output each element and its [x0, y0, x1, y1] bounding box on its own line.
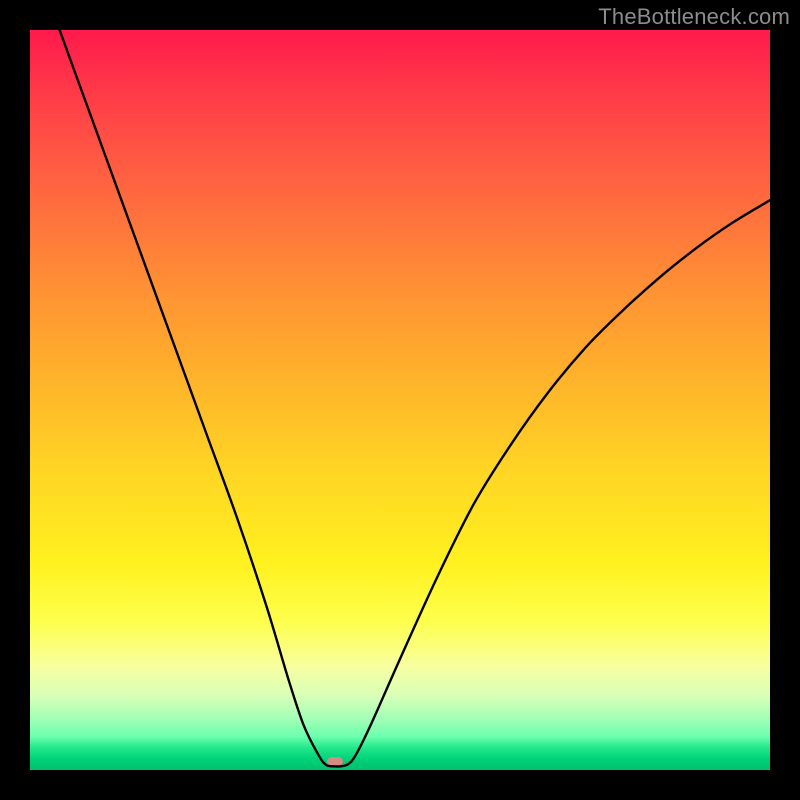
plot-area [30, 30, 770, 770]
chart-frame: TheBottleneck.com [0, 0, 800, 800]
bottleneck-curve [30, 30, 770, 770]
watermark-text: TheBottleneck.com [598, 4, 790, 30]
